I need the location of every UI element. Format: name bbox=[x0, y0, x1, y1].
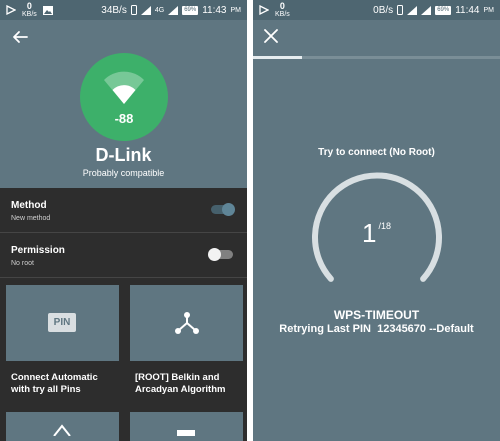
setting-row-permission[interactable]: Permission No root bbox=[0, 233, 247, 278]
signal-strength-badge: -88 bbox=[80, 53, 168, 141]
card-belkin-arcadyan[interactable] bbox=[130, 285, 243, 361]
speed-text: 34B/s bbox=[101, 4, 127, 16]
connection-mode-label: Try to connect (No Root) bbox=[318, 147, 435, 158]
network-ssid: D-Link bbox=[95, 145, 152, 165]
setting-title: Permission bbox=[11, 245, 65, 256]
card-belkin-arcadyan-label[interactable]: [ROOT] Belkin and Arcadyan Algorithm bbox=[135, 372, 247, 396]
network-type: 4G bbox=[154, 6, 165, 14]
net-speed-indicator: 0 KB/s bbox=[275, 1, 290, 19]
permission-toggle[interactable] bbox=[208, 248, 233, 261]
card-label-line2: with try all Pins bbox=[11, 384, 81, 395]
close-icon[interactable] bbox=[264, 29, 278, 43]
cube-icon bbox=[53, 424, 71, 436]
card-label-line1: Connect Automatic bbox=[11, 372, 98, 383]
setting-subtitle: New method bbox=[11, 215, 51, 222]
app-notification-icon bbox=[259, 5, 269, 15]
clock-ampm: PM bbox=[483, 6, 495, 14]
speed-text: 0B/s bbox=[373, 4, 394, 16]
signal-value: -88 bbox=[114, 111, 134, 126]
net-speed-unit: KB/s bbox=[275, 11, 290, 18]
right-screen: 0 KB/s 0B/s 69% 11:44 PM Try to connect … bbox=[253, 0, 500, 441]
back-arrow-icon[interactable] bbox=[11, 28, 29, 46]
pin-icon: PIN bbox=[48, 313, 76, 332]
signal-icon-2 bbox=[421, 5, 432, 15]
left-screen: 0 KB/s 34B/s 4G 69% 11:43 PM -88 D-Link … bbox=[0, 0, 247, 441]
progress-bar bbox=[253, 56, 500, 59]
signal-icon-2 bbox=[168, 5, 179, 15]
setting-subtitle: No root bbox=[11, 260, 34, 267]
card-3[interactable] bbox=[6, 412, 119, 441]
wifi-icon bbox=[104, 71, 144, 104]
net-speed-value: 0 bbox=[279, 1, 285, 11]
net-speed-unit: KB/s bbox=[22, 11, 37, 18]
attempt-current: 1 bbox=[362, 218, 377, 248]
card-label-line1: [ROOT] Belkin and bbox=[135, 372, 220, 383]
battery-indicator: 69% bbox=[435, 5, 452, 15]
retry-message: Retrying Last PIN 12345670 --Default bbox=[279, 323, 474, 335]
progress-fill bbox=[253, 56, 303, 59]
card-4[interactable] bbox=[130, 412, 243, 441]
signal-icon bbox=[407, 5, 418, 15]
toggle-knob bbox=[222, 203, 235, 216]
folder-icon bbox=[177, 430, 195, 436]
options-panel: Method New method Permission No root PIN… bbox=[0, 188, 247, 441]
net-speed-value: 0 bbox=[26, 1, 32, 11]
phone-icon bbox=[397, 5, 404, 15]
wps-status: WPS-TIMEOUT bbox=[333, 308, 420, 322]
clock: 11:44 bbox=[455, 4, 480, 16]
network-tree-icon bbox=[175, 312, 199, 334]
clock-ampm: PM bbox=[230, 6, 242, 14]
battery-indicator: 69% bbox=[182, 5, 199, 15]
phone-icon bbox=[130, 5, 137, 15]
card-label-line2: Arcadyan Algorithm bbox=[135, 384, 226, 395]
card-connect-automatic-label[interactable]: Connect Automatic with try all Pins bbox=[11, 372, 131, 396]
compatibility-label: Probably compatible bbox=[82, 168, 165, 178]
net-speed-indicator: 0 KB/s bbox=[22, 1, 37, 19]
app-notification-icon bbox=[6, 5, 16, 15]
attempt-counter: 1/18 bbox=[253, 218, 500, 249]
card-connect-automatic[interactable]: PIN bbox=[6, 285, 119, 361]
status-bar: 0 KB/s 0B/s 69% 11:44 PM bbox=[253, 0, 500, 20]
image-icon bbox=[42, 5, 53, 15]
toggle-knob bbox=[208, 248, 221, 261]
clock: 11:43 bbox=[202, 4, 227, 16]
method-toggle[interactable] bbox=[211, 203, 235, 216]
signal-icon bbox=[140, 5, 151, 15]
setting-title: Method bbox=[11, 200, 47, 211]
setting-row-method[interactable]: Method New method bbox=[0, 188, 247, 233]
status-bar: 0 KB/s 34B/s 4G 69% 11:43 PM bbox=[0, 0, 247, 20]
attempt-total: /18 bbox=[378, 221, 391, 231]
